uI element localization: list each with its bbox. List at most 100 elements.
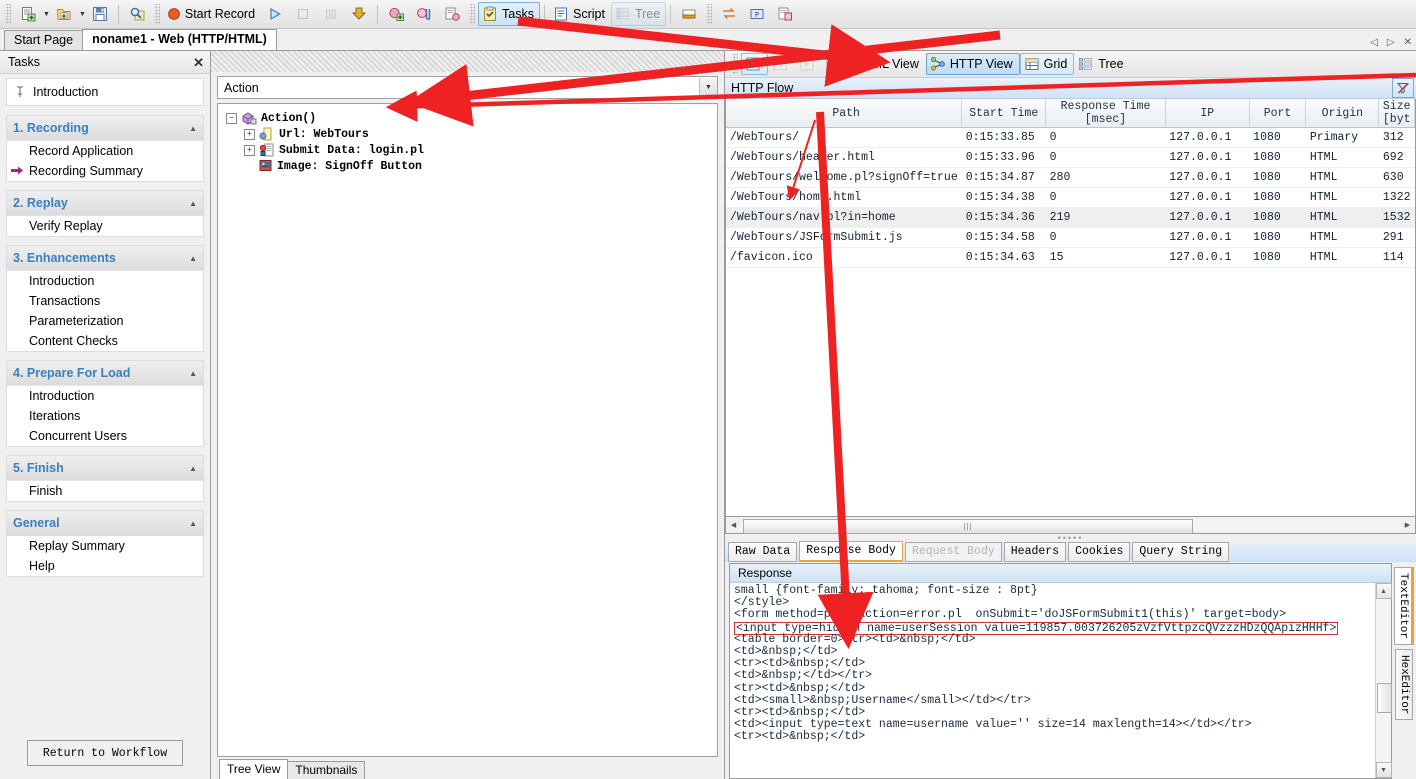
scroll-left-arrow-icon[interactable]: ◀ <box>726 518 741 532</box>
parameter-button[interactable]: P <box>743 2 771 26</box>
tab-tree-view[interactable]: Tree View <box>219 759 289 779</box>
tasks-group-header-replay[interactable]: 2. Replay ▲ <box>7 191 203 216</box>
sidebar-item-verify-replay[interactable]: Verify Replay <box>7 216 203 236</box>
prev-snapshot-button[interactable] <box>768 53 795 75</box>
next-snapshot-button[interactable] <box>795 53 822 75</box>
scroll-down-arrow-icon[interactable]: ▼ <box>1375 762 1392 778</box>
record-snapshot-button[interactable] <box>741 53 768 75</box>
return-to-workflow-button[interactable]: Return to Workflow <box>27 740 183 766</box>
scrollbar-track[interactable] <box>1376 599 1392 762</box>
start-record-button[interactable]: Start Record <box>163 2 261 26</box>
table-row[interactable]: /favicon.ico 0:15:34.63 15 127.0.0.1 108… <box>726 247 1415 268</box>
tab-headers[interactable]: Headers <box>1003 542 1067 562</box>
tab-query-string[interactable]: Query String <box>1132 542 1230 562</box>
tree-node-url-webtours[interactable]: + Url: WebTours <box>226 126 717 142</box>
table-row[interactable]: /WebTours/JSFormSubmit.js 0:15:34.58 0 1… <box>726 227 1415 248</box>
column-header-size[interactable]: Size [byt <box>1378 99 1415 128</box>
tasks-group-header-general[interactable]: General ▲ <box>7 511 203 536</box>
find-button[interactable] <box>123 2 151 26</box>
tasks-group-header-recording[interactable]: 1. Recording ▲ <box>7 116 203 141</box>
column-header-start-time[interactable]: Start Time <box>961 99 1047 128</box>
open-script-button[interactable] <box>50 2 78 26</box>
http-flow-table-container[interactable]: Path Start Time Response Time [msec] IP … <box>725 99 1416 517</box>
chevron-up-icon[interactable]: ▲ <box>189 254 197 263</box>
tree-expander-icon[interactable]: + <box>244 144 255 156</box>
download-button[interactable] <box>345 2 373 26</box>
http-view-button[interactable]: HTTP View <box>925 53 1020 75</box>
sidebar-item-iterations[interactable]: Iterations <box>7 406 203 426</box>
tree-node-image-signoff[interactable]: Image: SignOff Button <box>226 158 717 174</box>
snapshot-button[interactable] <box>771 2 799 26</box>
table-row[interactable]: /WebTours/ 0:15:33.85 0 127.0.0.1 1080 P… <box>726 127 1415 148</box>
tab-hex-editor[interactable]: HexEditor <box>1395 649 1413 721</box>
scroll-up-arrow-icon[interactable]: ▲ <box>1375 583 1392 599</box>
sidebar-item-parameterization[interactable]: Parameterization <box>7 311 203 331</box>
action-select[interactable]: Action ▼ <box>217 76 718 99</box>
output-window-button[interactable] <box>675 2 703 26</box>
tree-node-submit-data-login[interactable]: + Submit Data: login.pl <box>226 142 717 158</box>
filter-icon[interactable] <box>1392 78 1414 98</box>
column-header-response-time[interactable]: Response Time [msec] <box>1045 99 1166 128</box>
tasks-toggle-button[interactable]: Tasks <box>478 2 540 26</box>
sidebar-item-concurrent-users[interactable]: Concurrent Users <box>7 426 203 446</box>
tab-text-editor[interactable]: TextEditor <box>1394 567 1414 646</box>
doc-tab-prev-icon[interactable]: ◁ <box>1370 37 1378 48</box>
pause-button[interactable] <box>317 2 345 26</box>
chevron-up-icon[interactable]: ▲ <box>189 519 197 528</box>
stop-button[interactable] <box>289 2 317 26</box>
sidebar-item-content-checks[interactable]: Content Checks <box>7 331 203 351</box>
tree-node-action[interactable]: − Action() <box>226 110 717 126</box>
grid-view-button[interactable]: Grid <box>1019 53 1075 75</box>
table-row[interactable]: /WebTours/header.html 0:15:33.96 0 127.0… <box>726 147 1415 168</box>
http-flow-horizontal-scrollbar[interactable]: ◀ ||| ▶ <box>725 517 1416 534</box>
tree-expander-icon[interactable]: + <box>244 128 255 140</box>
response-vertical-scrollbar[interactable]: ▲ ▼ <box>1375 583 1392 778</box>
sidebar-item-enh-introduction[interactable]: Introduction <box>7 271 203 291</box>
chevron-down-icon[interactable]: ▼ <box>699 78 717 97</box>
table-row[interactable]: /WebTours/welcome.pl?signOff=true 0:15:3… <box>726 167 1415 188</box>
script-tree[interactable]: − Action() + Url: WebTours + Submit Data… <box>217 103 718 757</box>
tasks-group-header-enhancements[interactable]: 3. Enhancements ▲ <box>7 246 203 271</box>
doc-tab-close-icon[interactable]: ✕ <box>1404 37 1412 48</box>
tab-thumbnails[interactable]: Thumbnails <box>287 761 366 779</box>
chevron-up-icon[interactable]: ▲ <box>189 464 197 473</box>
response-body-text[interactable]: small {font-family: tahoma; font-size : … <box>730 583 1375 778</box>
doc-tab-next-icon[interactable]: ▷ <box>1387 37 1395 48</box>
sidebar-item-transactions[interactable]: Transactions <box>7 291 203 311</box>
tree-expander-icon[interactable]: − <box>226 112 237 124</box>
sidebar-item-record-application[interactable]: Record Application <box>7 141 203 161</box>
column-header-path[interactable]: Path <box>726 99 963 128</box>
scrollbar-track[interactable]: ||| <box>741 518 1400 534</box>
html-view-button[interactable]: HTML View <box>831 53 926 75</box>
tab-raw-data[interactable]: Raw Data <box>728 542 798 562</box>
script-button[interactable]: Script <box>549 2 611 26</box>
swap-button[interactable] <box>715 2 743 26</box>
doc-tab-start-page[interactable]: Start Page <box>4 30 84 50</box>
scroll-right-arrow-icon[interactable]: ▶ <box>1400 518 1415 532</box>
new-script-button[interactable] <box>14 2 42 26</box>
column-header-origin[interactable]: Origin <box>1305 99 1380 128</box>
sidebar-item-load-introduction[interactable]: Introduction <box>7 386 203 406</box>
tree-button[interactable]: Tree <box>610 2 667 26</box>
chevron-up-icon[interactable]: ▲ <box>189 124 197 133</box>
replay-button[interactable] <box>261 2 289 26</box>
sidebar-item-finish[interactable]: Finish <box>7 481 203 501</box>
tree-view-button[interactable]: Tree <box>1074 53 1130 75</box>
insert-step-button[interactable] <box>438 2 466 26</box>
new-script-dropdown-caret[interactable]: ▼ <box>43 11 50 18</box>
scrollbar-thumb[interactable]: ||| <box>743 518 1193 534</box>
tasks-group-header-prepare[interactable]: 4. Prepare For Load ▲ <box>7 361 203 386</box>
chevron-up-icon[interactable]: ▲ <box>189 199 197 208</box>
scrollbar-thumb[interactable] <box>1376 683 1392 713</box>
sidebar-item-recording-summary[interactable]: Recording Summary <box>7 161 203 181</box>
doc-tab-noname1[interactable]: noname1 - Web (HTTP/HTML) <box>82 29 277 50</box>
chevron-up-icon[interactable]: ▲ <box>189 369 197 378</box>
sidebar-item-replay-summary[interactable]: Replay Summary <box>7 536 203 556</box>
save-script-button[interactable] <box>86 2 114 26</box>
add-transaction-button[interactable] <box>382 2 410 26</box>
tasks-group-header-finish[interactable]: 5. Finish ▲ <box>7 456 203 481</box>
table-row[interactable]: /WebTours/nav.pl?in=home 0:15:34.36 219 … <box>726 207 1415 228</box>
table-row[interactable]: /WebTours/home.html 0:15:34.38 0 127.0.0… <box>726 187 1415 208</box>
tasks-item-introduction[interactable]: Introduction <box>6 78 204 106</box>
tab-response-body[interactable]: Response Body <box>799 541 903 562</box>
